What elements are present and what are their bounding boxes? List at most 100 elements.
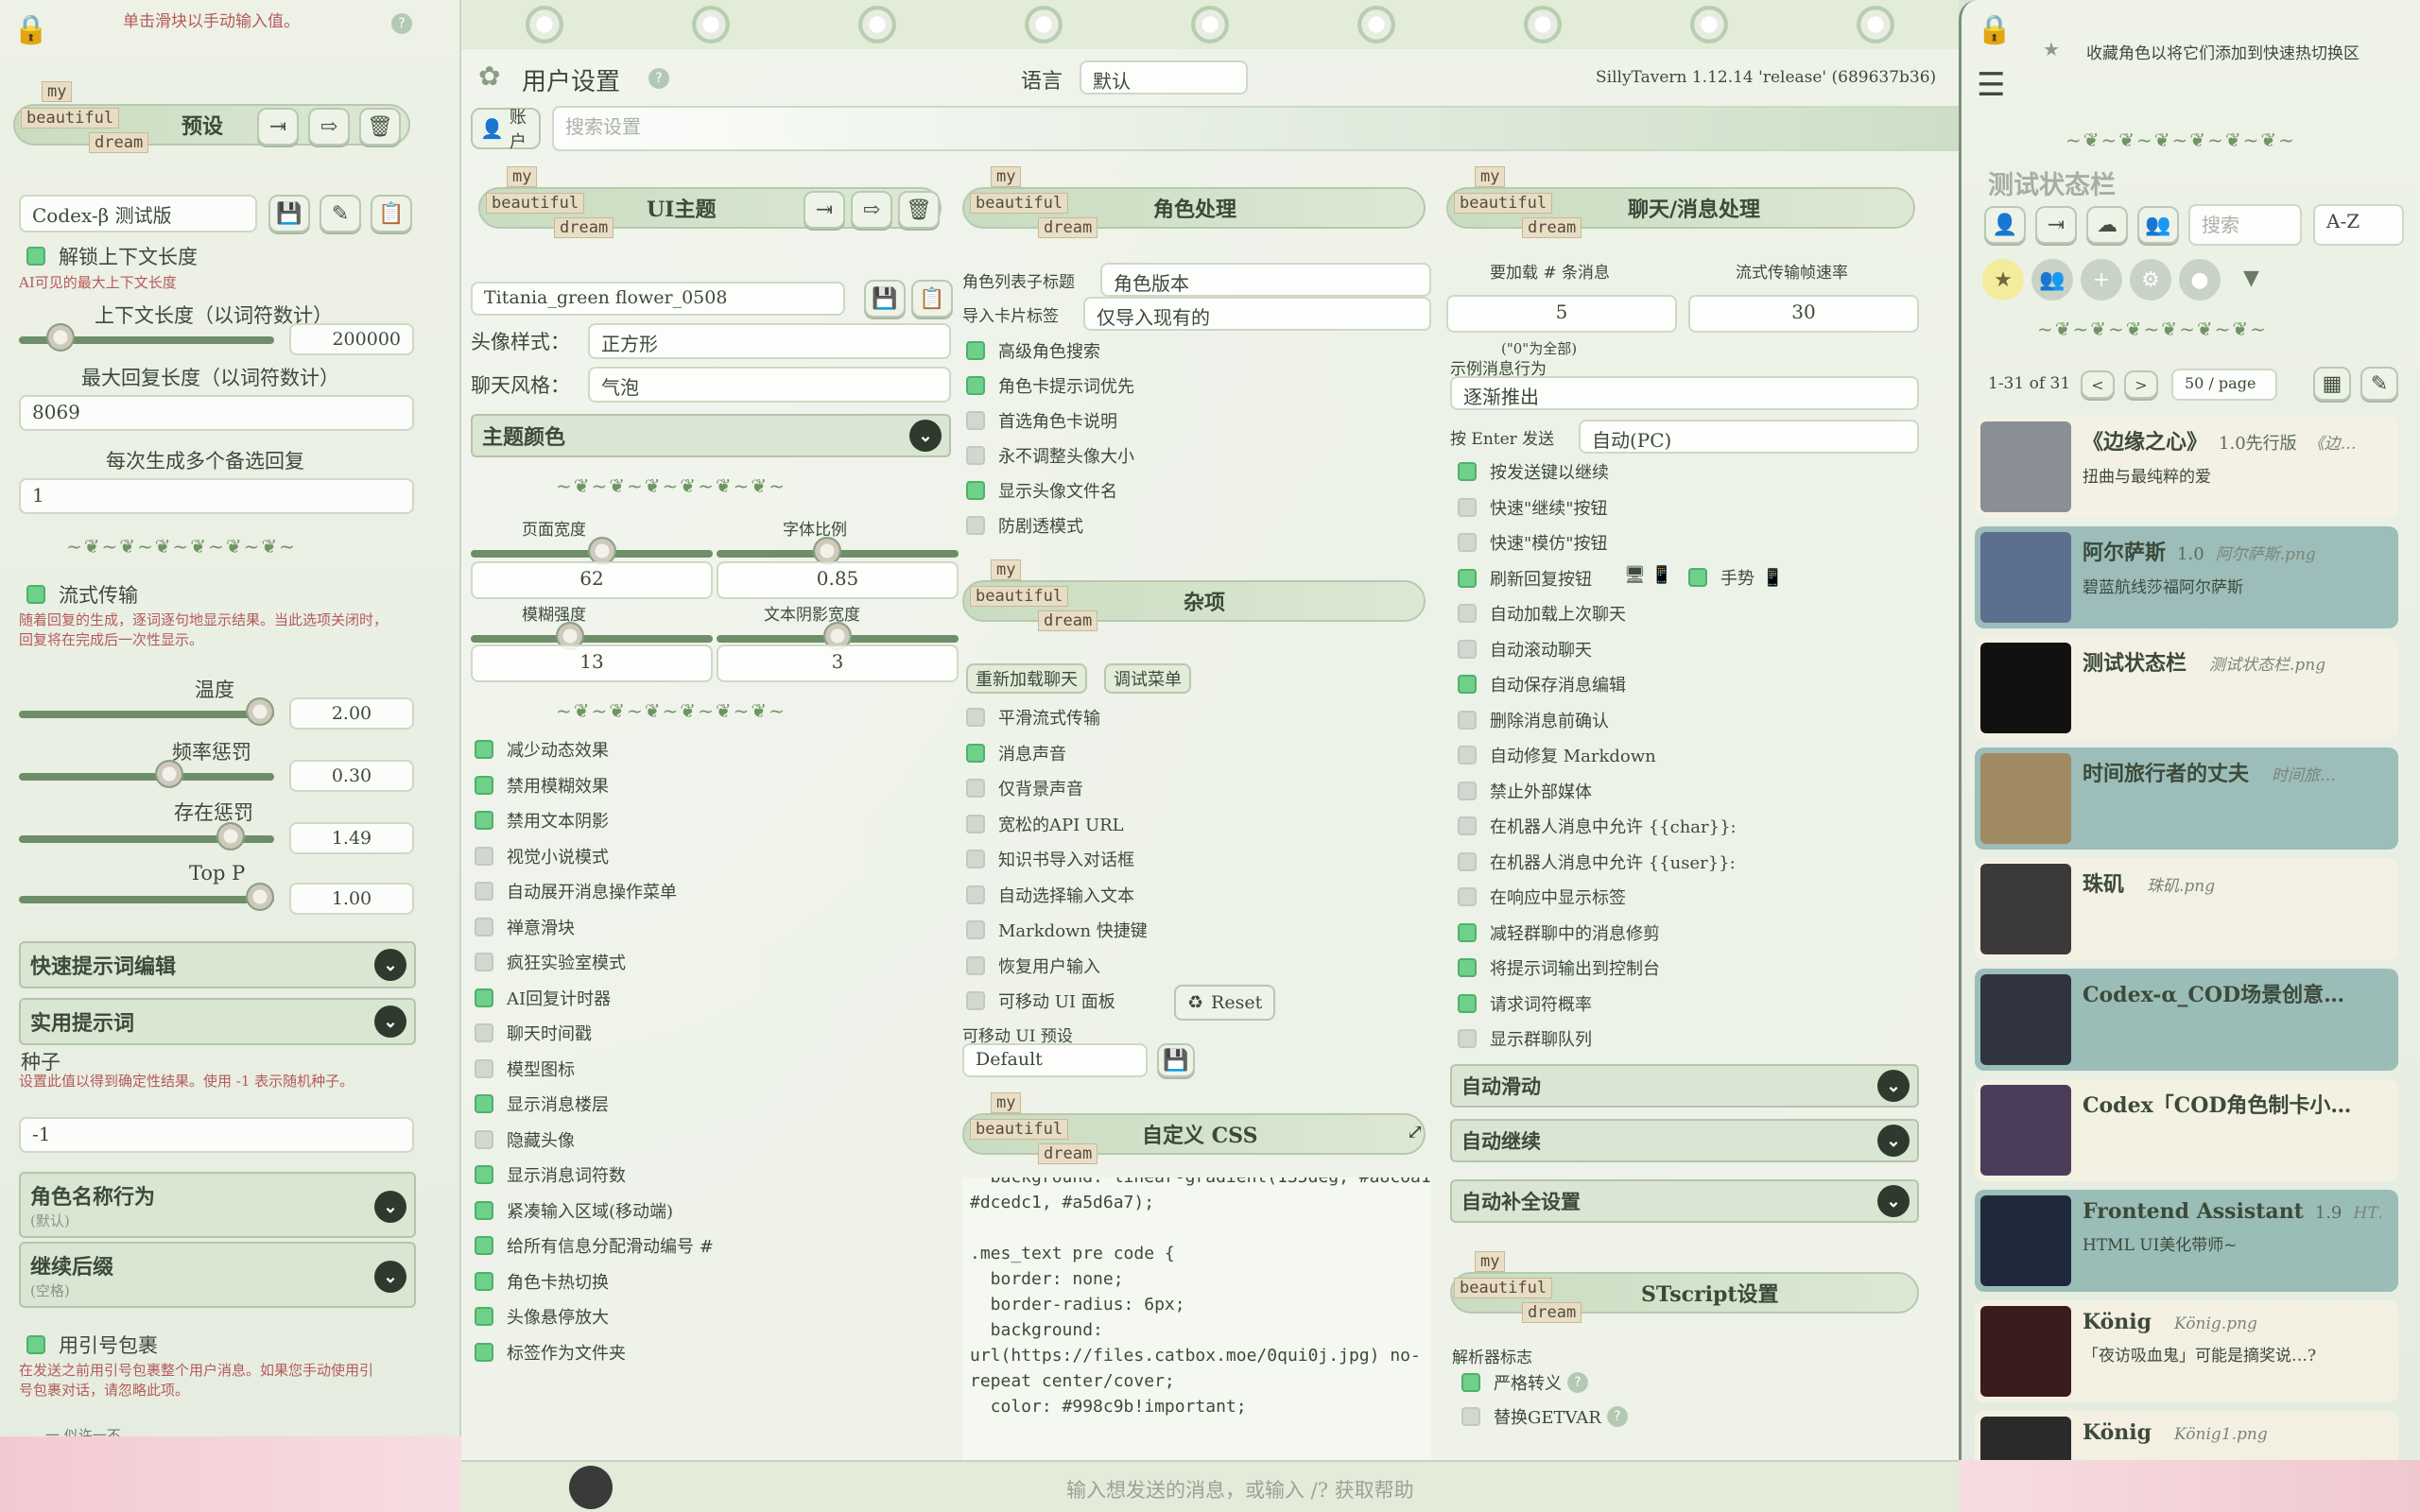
ui-option-checkbox[interactable]: 显示消息词符数 bbox=[475, 1162, 626, 1187]
chat-option-checkbox[interactable]: 在机器人消息中允许 {{char}}: bbox=[1458, 814, 1737, 838]
import-card-tags-select[interactable]: 仅导入现有的 bbox=[1083, 297, 1431, 331]
grid-view-button[interactable]: ▦ bbox=[2313, 367, 2351, 401]
context-length-input[interactable]: 200000 bbox=[289, 323, 414, 355]
checkbox-box[interactable] bbox=[1458, 639, 1477, 659]
edit-list-button[interactable]: ✎ bbox=[2360, 367, 2398, 401]
example-msgs-select[interactable]: 逐渐推出 bbox=[1450, 376, 1919, 410]
auto-swipe-drawer[interactable]: 自动滑动 ⌄ bbox=[1450, 1064, 1919, 1108]
page-width-slider[interactable] bbox=[471, 537, 713, 565]
char-option-checkbox[interactable]: 高级角色搜索 bbox=[966, 338, 1100, 363]
ui-option-checkbox[interactable]: 模型图标 bbox=[475, 1057, 575, 1081]
checkbox-box[interactable] bbox=[1458, 1029, 1477, 1048]
character-card[interactable]: Codex「COD角色制卡小… bbox=[1975, 1079, 2398, 1181]
chat-option-checkbox[interactable]: 自动修复 Markdown bbox=[1458, 743, 1656, 767]
chat-option-checkbox[interactable]: 自动加载上次聊天 bbox=[1458, 601, 1626, 626]
font-scale-slider[interactable] bbox=[717, 537, 959, 565]
lock-icon[interactable]: 🔒 bbox=[13, 13, 48, 46]
chat-option-checkbox[interactable]: 在机器人消息中允许 {{user}}: bbox=[1458, 850, 1736, 874]
checkbox-box[interactable] bbox=[475, 1165, 493, 1184]
checkbox-box[interactable] bbox=[475, 811, 493, 830]
checkbox-box[interactable] bbox=[475, 917, 493, 936]
checkbox-box[interactable] bbox=[475, 846, 493, 866]
misc-option-checkbox[interactable]: 消息声音 bbox=[966, 741, 1066, 765]
language-select[interactable]: 默认 bbox=[1080, 60, 1248, 94]
freq-penalty-slider[interactable] bbox=[19, 760, 274, 788]
checkbox-box[interactable] bbox=[1458, 462, 1477, 481]
character-card[interactable]: 时间旅行者的丈夫 时间旅… bbox=[1975, 747, 2398, 850]
character-card[interactable]: 阿尔萨斯 1.0 阿尔萨斯.png 碧蓝航线莎福阿尔萨斯 bbox=[1975, 526, 2398, 628]
freq-penalty-input[interactable]: 0.30 bbox=[289, 760, 414, 792]
checkbox-box[interactable] bbox=[966, 850, 985, 868]
checkbox-box[interactable] bbox=[475, 1094, 493, 1113]
help-icon[interactable]: ? bbox=[643, 64, 669, 89]
checkbox-box[interactable] bbox=[475, 1058, 493, 1078]
checkbox-box[interactable] bbox=[1458, 710, 1477, 730]
checkbox-box[interactable] bbox=[1458, 533, 1477, 552]
chat-input[interactable]: 输入想发送的消息，或输入 /? 获取帮助 bbox=[1066, 1475, 1414, 1503]
checkbox-box[interactable] bbox=[475, 1342, 493, 1362]
debug-menu-button[interactable]: 调试菜单 bbox=[1104, 663, 1191, 694]
enter-send-select[interactable]: 自动(PC) bbox=[1579, 420, 1919, 454]
checkbox-box[interactable] bbox=[475, 882, 493, 901]
char-option-checkbox[interactable]: 显示头像文件名 bbox=[966, 478, 1117, 503]
favorite-filter-icon[interactable]: ★ bbox=[1982, 259, 2024, 301]
export-theme-button[interactable]: ⇨ bbox=[851, 191, 892, 229]
import-character-button[interactable]: ⇥ bbox=[2035, 206, 2077, 244]
ui-option-checkbox[interactable]: 疯狂实验室模式 bbox=[475, 950, 626, 974]
ui-option-checkbox[interactable]: 隐藏头像 bbox=[475, 1127, 575, 1152]
gear-icon[interactable]: ⚙ bbox=[2130, 259, 2171, 301]
checkbox-box[interactable] bbox=[966, 814, 985, 833]
sort-select[interactable]: A-Z bbox=[2313, 204, 2404, 246]
gestures-checkbox[interactable]: 手势 📱 bbox=[1688, 565, 1783, 590]
checkbox-box[interactable] bbox=[1458, 604, 1477, 623]
rename-preset-button[interactable]: ✎ bbox=[320, 195, 361, 232]
autocomplete-drawer[interactable]: 自动补全设置 ⌄ bbox=[1450, 1179, 1919, 1223]
checkbox-box[interactable] bbox=[1458, 675, 1477, 694]
help-icon[interactable]: ? bbox=[386, 9, 412, 34]
checkbox-box[interactable] bbox=[475, 1307, 493, 1326]
misc-option-checkbox[interactable]: Markdown 快捷键 bbox=[966, 918, 1148, 942]
blur-slider[interactable] bbox=[471, 622, 713, 650]
chat-option-checkbox[interactable]: 刷新回复按钮 bbox=[1458, 566, 1592, 591]
account-button[interactable]: 👤 账户 bbox=[471, 108, 541, 152]
tag-icon[interactable]: ● bbox=[2179, 259, 2221, 301]
character-card[interactable]: König König.png 「夜访吸血鬼」可能是摘奖说…? bbox=[1975, 1300, 2398, 1402]
reset-panels-button[interactable]: ♻ Reset bbox=[1174, 985, 1276, 1021]
misc-option-checkbox[interactable]: 宽松的API URL bbox=[966, 812, 1124, 836]
folder-filter-icon[interactable]: + bbox=[2081, 259, 2122, 301]
reload-chat-button[interactable]: 重新加载聊天 bbox=[966, 663, 1087, 694]
temperature-input[interactable]: 2.00 bbox=[289, 697, 414, 730]
character-card[interactable]: 珠矶 珠矶.png bbox=[1975, 858, 2398, 960]
ui-option-checkbox[interactable]: 紧凑输入区域(移动端) bbox=[475, 1198, 673, 1223]
lock-icon[interactable]: 🔒 bbox=[1977, 13, 2012, 46]
avatar-style-select[interactable]: 正方形 bbox=[588, 323, 951, 359]
replace-getvar-checkbox[interactable]: 替换GETVAR? bbox=[1461, 1404, 1628, 1429]
checkbox-box[interactable] bbox=[475, 988, 493, 1007]
download-icon[interactable]: ☁ bbox=[2086, 206, 2128, 244]
checkbox-box[interactable] bbox=[1458, 568, 1477, 588]
save-movable-preset-button[interactable]: 💾 bbox=[1157, 1043, 1195, 1077]
char-option-checkbox[interactable]: 防剧透模式 bbox=[966, 513, 1083, 538]
ui-option-checkbox[interactable]: 给所有信息分配滑动编号 # bbox=[475, 1233, 714, 1258]
presence-penalty-slider[interactable] bbox=[19, 822, 274, 850]
save-theme-button[interactable]: 💾 bbox=[864, 280, 906, 318]
stream-fps-input[interactable]: 30 bbox=[1688, 295, 1919, 333]
chat-option-checkbox[interactable]: 显示群聊队列 bbox=[1458, 1026, 1592, 1051]
next-page-button[interactable]: > bbox=[2124, 370, 2158, 399]
chat-option-checkbox[interactable]: 快速"模仿"按钮 bbox=[1458, 530, 1608, 555]
checkbox-box[interactable] bbox=[966, 446, 985, 465]
export-preset-button[interactable]: ⇨ bbox=[308, 108, 350, 146]
chat-option-checkbox[interactable]: 快速"继续"按钮 bbox=[1458, 495, 1608, 520]
char-list-subtitle-select[interactable]: 角色版本 bbox=[1100, 263, 1431, 297]
checkbox-box[interactable] bbox=[966, 481, 985, 500]
misc-option-checkbox[interactable]: 恢复用户输入 bbox=[966, 954, 1100, 978]
checkbox-box[interactable] bbox=[475, 1200, 493, 1220]
delete-preset-button[interactable]: 🗑 bbox=[359, 108, 401, 146]
chat-option-checkbox[interactable]: 将提示词输出到控制台 bbox=[1458, 955, 1660, 980]
ui-option-checkbox[interactable]: 减少动态效果 bbox=[475, 737, 609, 762]
auto-continue-drawer[interactable]: 自动继续 ⌄ bbox=[1450, 1119, 1919, 1162]
save-preset-button[interactable]: 💾 bbox=[268, 195, 310, 232]
character-search-input[interactable]: 搜索 bbox=[2188, 204, 2302, 246]
misc-option-checkbox[interactable]: 可移动 UI 面板 bbox=[966, 988, 1115, 1013]
character-card[interactable]: Codex-α_COD场景创意… bbox=[1975, 969, 2398, 1071]
